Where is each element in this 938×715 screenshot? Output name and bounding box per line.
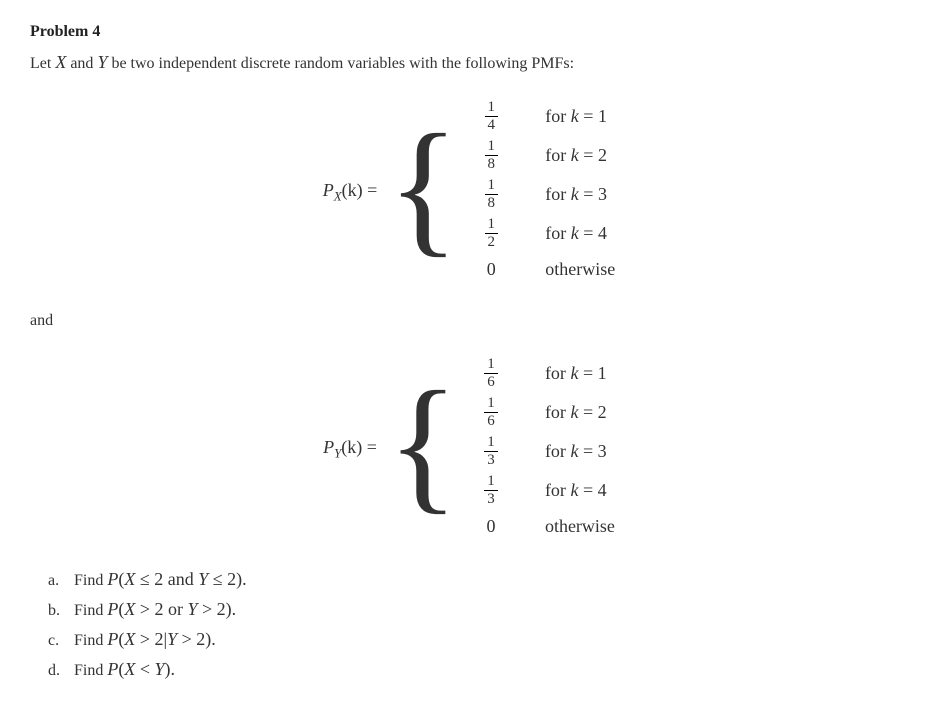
pmf-x-label: PX(k) = xyxy=(323,177,378,206)
pmf-y-label: PY(k) = xyxy=(323,434,377,463)
pmf-y-num-3: 1 xyxy=(484,435,498,451)
intro-text-pre: Let xyxy=(30,55,55,72)
pmf-x-val-3: 18 xyxy=(467,178,515,211)
question-b-expr: P(X > 2 or Y > 2). xyxy=(107,599,236,619)
pmf-x-cond-5: otherwise xyxy=(545,256,615,283)
pmf-y-val-3: 13 xyxy=(467,435,515,468)
pmf-x-val-1: 14 xyxy=(467,100,515,133)
var-x: X xyxy=(55,52,66,72)
pmf-y-num-2: 1 xyxy=(484,396,498,412)
question-c-expr: P(X > 2|Y > 2). xyxy=(107,629,215,649)
pmf-y-row-1: 16 for k = 1 xyxy=(467,357,615,390)
pmf-x-val-4: 12 xyxy=(467,217,515,250)
pmf-x-cond-4: for k = 4 xyxy=(545,220,607,247)
pmf-x-val-5: 0 xyxy=(467,256,515,283)
pmf-x-arg: (k) = xyxy=(342,180,378,200)
pmf-x-num-2: 1 xyxy=(485,139,499,155)
question-d-label: d. xyxy=(48,659,70,683)
pmf-x-P: P xyxy=(323,180,334,200)
pmf-y-block: PY(k) = { 16 for k = 1 16 for k = 2 xyxy=(30,357,908,540)
problem-intro: Let X and Y be two independent discrete … xyxy=(30,49,908,76)
pmf-y-row-2: 16 for k = 2 xyxy=(467,396,615,429)
pmf-y-row-5: 0 otherwise xyxy=(467,513,615,540)
pmf-y-num-1: 1 xyxy=(484,357,498,373)
pmf-y-brace-wrap: { 16 for k = 1 16 for k = 2 13 xyxy=(387,357,615,540)
pmf-x-block: PX(k) = { 14 for k = 1 18 for k = 2 xyxy=(30,100,908,283)
pmf-y-cond-1: for k = 1 xyxy=(545,360,607,387)
question-d-expr: P(X < Y). xyxy=(107,659,175,679)
pmf-x-val-2: 18 xyxy=(467,139,515,172)
pmf-x-cond-1: for k = 1 xyxy=(545,103,607,130)
pmf-x-den-1: 4 xyxy=(485,116,499,133)
pmf-x-num-4: 1 xyxy=(485,217,499,233)
pmf-y-den-2: 6 xyxy=(484,412,498,429)
pmf-y-P: P xyxy=(323,437,334,457)
question-b: b. Find P(X > 2 or Y > 2). xyxy=(48,596,908,623)
pmf-x-brace-wrap: { 14 for k = 1 18 for k = 2 18 xyxy=(387,100,615,283)
pmf-y-den-3: 3 xyxy=(484,451,498,468)
question-a-label: a. xyxy=(48,569,70,593)
question-c-label: c. xyxy=(48,629,70,653)
question-a-expr: P(X ≤ 2 and Y ≤ 2). xyxy=(107,569,246,589)
pmf-x-cond-3: for k = 3 xyxy=(545,181,607,208)
problem-title: Problem 4 xyxy=(30,20,908,44)
pmf-y-den-4: 3 xyxy=(484,490,498,507)
pmf-x-row-1: 14 for k = 1 xyxy=(467,100,615,133)
pmf-y-val-5: 0 xyxy=(467,513,515,540)
pmf-x-cond-2: for k = 2 xyxy=(545,142,607,169)
and-text: and xyxy=(30,309,908,333)
pmf-x-den-4: 2 xyxy=(485,233,499,250)
pmf-x-row-2: 18 for k = 2 xyxy=(467,139,615,172)
pmf-x-row-3: 18 for k = 3 xyxy=(467,178,615,211)
pmf-x-den-2: 8 xyxy=(485,155,499,172)
question-a-find: Find xyxy=(74,572,107,589)
question-d-find: Find xyxy=(74,662,107,679)
var-y: Y xyxy=(97,52,107,72)
question-b-find: Find xyxy=(74,602,107,619)
question-b-label: b. xyxy=(48,599,70,623)
problem-container: Problem 4 Let X and Y be two independent… xyxy=(30,20,908,683)
intro-text-mid: and xyxy=(66,55,97,72)
pmf-y-num-4: 1 xyxy=(484,474,498,490)
pmf-y-val-1: 16 xyxy=(467,357,515,390)
intro-text-post: be two independent discrete random varia… xyxy=(107,55,574,72)
question-c-find: Find xyxy=(74,632,107,649)
pmf-y-cond-3: for k = 3 xyxy=(545,438,607,465)
question-c: c. Find P(X > 2|Y > 2). xyxy=(48,626,908,653)
pmf-x-num-1: 1 xyxy=(485,100,499,116)
left-brace-icon: { xyxy=(387,131,459,244)
pmf-y-val-2: 16 xyxy=(467,396,515,429)
pmf-y-arg: (k) = xyxy=(341,437,377,457)
pmf-y-cond-2: for k = 2 xyxy=(545,399,607,426)
pmf-y-den-1: 6 xyxy=(484,373,498,390)
pmf-y-val-4: 13 xyxy=(467,474,515,507)
pmf-x-den-3: 8 xyxy=(485,194,499,211)
question-a: a. Find P(X ≤ 2 and Y ≤ 2). xyxy=(48,566,908,593)
pmf-y-row-4: 13 for k = 4 xyxy=(467,474,615,507)
pmf-y-cond-4: for k = 4 xyxy=(545,477,607,504)
pmf-x-row-5: 0 otherwise xyxy=(467,256,615,283)
pmf-x-cases: 14 for k = 1 18 for k = 2 18 for k = 3 xyxy=(467,100,615,283)
pmf-y-cases: 16 for k = 1 16 for k = 2 13 for k = 3 xyxy=(467,357,615,540)
pmf-y-cond-5: otherwise xyxy=(545,513,615,540)
question-d: d. Find P(X < Y). xyxy=(48,656,908,683)
left-brace-icon: { xyxy=(387,388,459,501)
pmf-x-num-3: 1 xyxy=(485,178,499,194)
pmf-x-row-4: 12 for k = 4 xyxy=(467,217,615,250)
pmf-y-row-3: 13 for k = 3 xyxy=(467,435,615,468)
pmf-x-sub: X xyxy=(334,189,342,204)
questions-list: a. Find P(X ≤ 2 and Y ≤ 2). b. Find P(X … xyxy=(30,566,908,683)
